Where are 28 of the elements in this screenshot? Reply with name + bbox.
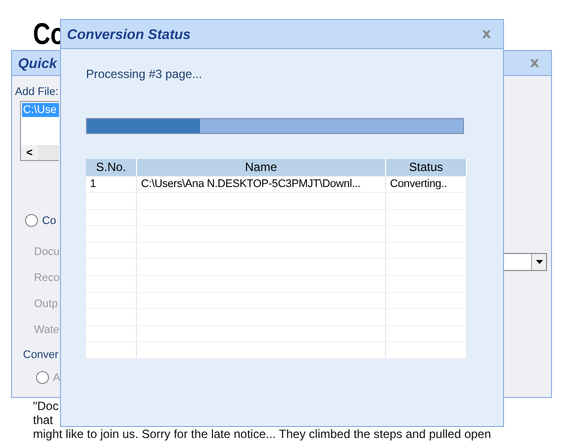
table-cell: 1 [86,176,137,192]
column-header[interactable]: Status [386,159,467,176]
table-cell: C:\Users\Ana N.DESKTOP-5C3PMJT\Downl... [137,176,386,192]
table-cell: Converting.. [386,176,467,192]
document-text: "Doc [33,399,59,413]
option-label: A [53,372,60,384]
field-label: Reco [34,272,60,284]
document-text: that [33,413,54,427]
radio-button[interactable] [25,214,38,227]
field-label: Outp [34,298,58,310]
radio-button[interactable] [36,371,49,384]
option-label: Co [42,214,56,226]
dropdown-button[interactable] [531,254,546,270]
column-header[interactable]: S.No. [86,159,137,176]
column-header[interactable]: Name [137,159,386,176]
dialog-title: Conversion Status [67,26,191,42]
field-label: Wate [34,324,60,336]
scroll-left-button[interactable]: < [21,145,38,160]
dropdown-field[interactable] [503,253,547,271]
file-list[interactable]: C:\Use < [20,101,59,161]
add-file-label: Add File: [15,86,58,98]
window-title: Quick [18,55,57,71]
caret-icon [536,260,542,264]
field-label: Docu [34,246,60,258]
status-message: Processing #3 page... [86,67,204,81]
horizontal-scrollbar[interactable]: < [21,145,59,160]
section-label: Conver [23,349,58,361]
document-text: might like to join us. Sorry for the late notice... They climbed the steps and pulled open [33,427,492,441]
